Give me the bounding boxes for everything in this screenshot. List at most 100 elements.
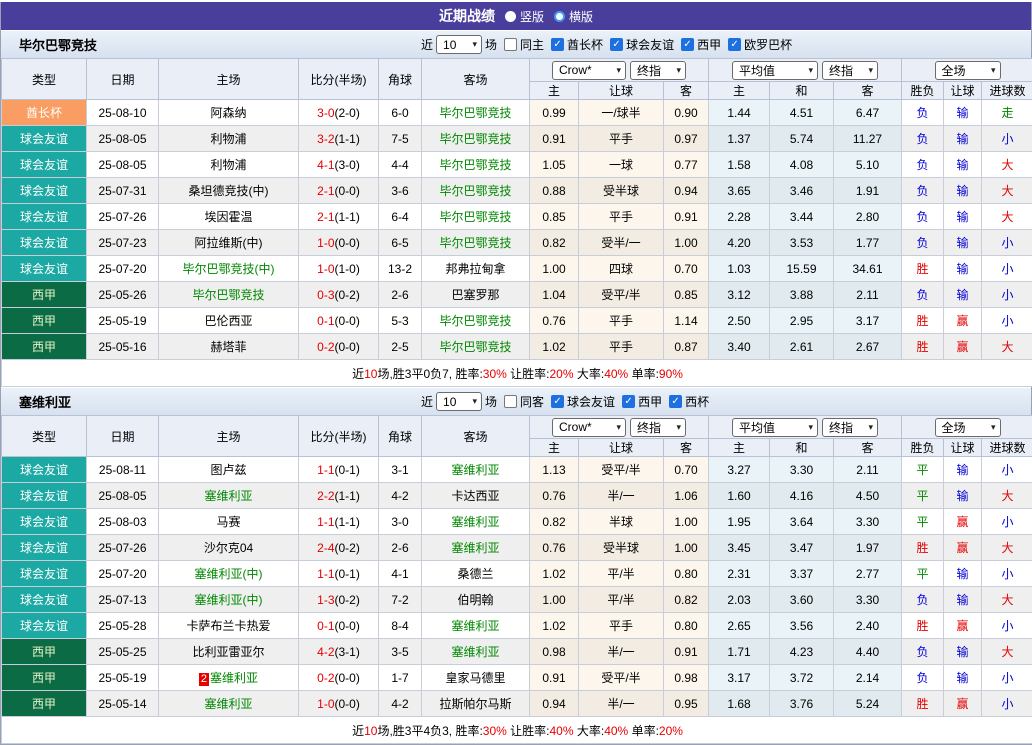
home-team-name: 埃因霍温 [204, 210, 252, 224]
fulltime-score: 1-3 [317, 593, 334, 607]
away-team-cell: 邦弗拉甸拿 [422, 256, 530, 282]
match-count-select[interactable]: 10▾ [436, 392, 482, 411]
chevron-down-icon: ▾ [868, 423, 873, 432]
team-section: 塞维利亚近10▾场同客✓球会友谊✓西甲✓西杯类型日期主场比分(半场)角球客场Cr… [1, 387, 1031, 744]
col-header: 日期 [87, 416, 159, 457]
league-label: 欧罗巴杯 [744, 36, 792, 53]
summary-text: 30% [483, 367, 507, 381]
corner-cell: 3-0 [379, 509, 422, 535]
league-checkbox[interactable]: ✓ [610, 38, 623, 51]
average-select[interactable]: 平均值▾ [732, 418, 818, 437]
date-cell: 25-05-26 [87, 282, 159, 308]
handicap-cell: 平/半 [579, 587, 664, 613]
chevron-down-icon: ▾ [472, 397, 477, 406]
home-team-cell: 毕尔巴鄂竞技 [159, 282, 299, 308]
handicap-cell: 半/一 [579, 483, 664, 509]
avg-stage-select[interactable]: 终指▾ [822, 418, 878, 437]
odds-stage-select-value: 终指 [637, 419, 661, 436]
league-label: 酋长杯 [567, 36, 603, 53]
league-checkbox[interactable]: ✓ [551, 38, 564, 51]
radio-horizontal-label: 横版 [569, 8, 593, 25]
result-cell: 负 [902, 587, 944, 613]
home-team-name: 卡萨布兰卡热爱 [186, 619, 270, 633]
same-side-checkbox[interactable] [504, 38, 517, 51]
bookmaker-select[interactable]: Crow*▾ [552, 61, 626, 80]
avg-draw-cell: 3.64 [770, 509, 834, 535]
goals-result-cell: 小 [982, 256, 1032, 282]
halftime-score: (0-0) [335, 236, 360, 250]
chevron-down-icon: ▾ [676, 423, 681, 432]
away-team-cell: 毕尔巴鄂竞技 [422, 100, 530, 126]
match-count-select[interactable]: 10▾ [436, 35, 482, 54]
same-side-checkbox[interactable] [504, 395, 517, 408]
avg-away-cell: 11.27 [834, 126, 902, 152]
result-cell: 负 [902, 230, 944, 256]
avg-home-cell: 3.17 [709, 665, 770, 691]
bookmaker-select[interactable]: Crow*▾ [552, 418, 626, 437]
fulltime-score: 1-1 [317, 567, 334, 581]
odds-away-cell: 0.77 [664, 152, 709, 178]
avg-home-cell: 3.65 [709, 178, 770, 204]
match-row: 西甲25-05-19巴伦西亚0-1(0-0)5-3毕尔巴鄂竞技0.76平手1.1… [2, 308, 1032, 334]
average-select[interactable]: 平均值▾ [732, 61, 818, 80]
score-cell: 0-1(0-0) [299, 308, 379, 334]
away-team-name: 塞维利亚 [451, 541, 499, 555]
match-row: 西甲25-05-14塞维利亚1-0(0-0)4-2拉斯帕尔马斯0.94半/一0.… [2, 691, 1032, 717]
score-cell: 1-1(0-1) [299, 457, 379, 483]
away-team-name: 皇家马德里 [445, 671, 505, 685]
odds-stage-select-value: 终指 [637, 62, 661, 79]
subcol-header: 让球 [579, 82, 664, 100]
avg-home-cell: 2.65 [709, 613, 770, 639]
handicap-result-cell: 输 [944, 282, 982, 308]
league-checkbox[interactable]: ✓ [669, 395, 682, 408]
handicap-cell: 半/一 [579, 639, 664, 665]
summary-text: 近 [352, 367, 364, 381]
league-checkbox[interactable]: ✓ [681, 38, 694, 51]
odds-home-cell: 0.85 [530, 204, 579, 230]
chevron-down-icon: ▾ [991, 66, 996, 75]
summary-text: 20% [550, 367, 574, 381]
handicap-cell: 受半球 [579, 178, 664, 204]
type-cell: 球会友谊 [2, 256, 87, 282]
match-row: 球会友谊25-07-20毕尔巴鄂竞技(中)1-0(1-0)13-2邦弗拉甸拿1.… [2, 256, 1032, 282]
avg-draw-cell: 3.56 [770, 613, 834, 639]
fulltime-select[interactable]: 全场▾ [935, 418, 1001, 437]
league-checkbox[interactable]: ✓ [622, 395, 635, 408]
odds-stage-select[interactable]: 终指 ▾ [630, 418, 686, 437]
odds-away-cell: 0.70 [664, 457, 709, 483]
layout-radio-vertical[interactable]: 竖版 [505, 8, 544, 25]
result-cell: 负 [902, 178, 944, 204]
col-header: 客场 [422, 59, 530, 100]
avg-stage-select[interactable]: 终指▾ [822, 61, 878, 80]
summary-text: 10 [364, 367, 377, 381]
match-row: 球会友谊25-08-05利物浦3-2(1-1)7-5毕尔巴鄂竞技0.91平手0.… [2, 126, 1032, 152]
date-cell: 25-07-31 [87, 178, 159, 204]
match-row: 西甲25-05-192塞维利亚0-2(0-0)1-7皇家马德里0.91受平/半0… [2, 665, 1032, 691]
odds-away-cell: 0.91 [664, 639, 709, 665]
league-checkbox[interactable]: ✓ [728, 38, 741, 51]
subcol-header: 主 [709, 439, 770, 457]
type-cell: 酋长杯 [2, 100, 87, 126]
type-cell: 西甲 [2, 691, 87, 717]
away-team-name: 卡达西亚 [451, 489, 499, 503]
home-team-cell: 塞维利亚(中) [159, 561, 299, 587]
type-cell: 球会友谊 [2, 178, 87, 204]
league-checkbox[interactable]: ✓ [551, 395, 564, 408]
halftime-score: (0-0) [335, 619, 360, 633]
date-cell: 25-07-20 [87, 256, 159, 282]
subcol-header: 和 [770, 439, 834, 457]
odds-away-cell: 1.14 [664, 308, 709, 334]
avg-home-cell: 3.12 [709, 282, 770, 308]
radio-selected-icon [505, 11, 516, 22]
layout-radio-horizontal[interactable]: 横版 [554, 8, 593, 25]
header-row-groups: 类型日期主场比分(半场)角球客场Crow*▾终指▾平均值▾终指▾全场▾ [2, 59, 1032, 82]
fulltime-score: 0-1 [317, 619, 334, 633]
home-team-cell: 毕尔巴鄂竞技(中) [159, 256, 299, 282]
odds-stage-select[interactable]: 终指▾ [630, 61, 686, 80]
type-cell: 西甲 [2, 308, 87, 334]
league-label: 球会友谊 [626, 36, 674, 53]
type-cell: 西甲 [2, 665, 87, 691]
fulltime-select[interactable]: 全场▾ [935, 61, 1001, 80]
away-team-name: 毕尔巴鄂竞技 [439, 184, 511, 198]
chevron-down-icon: ▾ [472, 40, 477, 49]
